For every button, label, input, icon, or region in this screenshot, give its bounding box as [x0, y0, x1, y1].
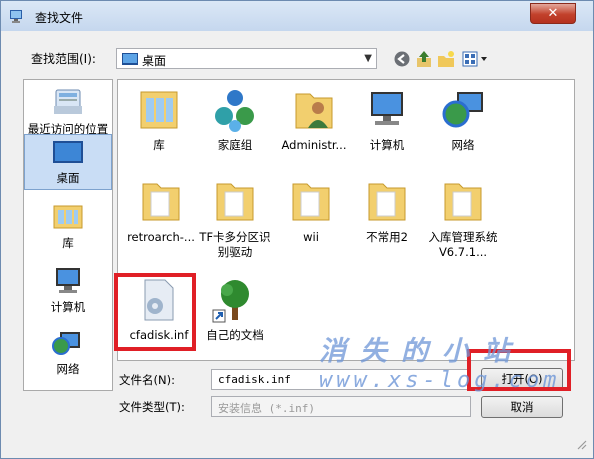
- filetype-label: 文件类型(T):: [119, 400, 185, 414]
- lookin-dropdown[interactable]: 桌面 ▼: [116, 48, 377, 69]
- file-item[interactable]: 不常用2: [350, 178, 424, 245]
- file-item-label: 家庭组: [217, 138, 253, 152]
- file-item-label: 不常用2: [366, 230, 408, 244]
- sidebar-item-computer[interactable]: 计算机: [24, 266, 112, 315]
- new-folder-icon[interactable]: [437, 49, 455, 69]
- desktop-icon: [53, 141, 83, 163]
- sidebar-item-label: 桌面: [56, 171, 80, 185]
- file-item-label: TF卡多分区识别驱动: [199, 230, 271, 259]
- lookin-label: 查找范围(I):: [31, 52, 96, 66]
- back-icon[interactable]: [393, 49, 411, 69]
- sidebar-item-network[interactable]: 网络: [24, 328, 112, 377]
- filetype-value: 安装信息 (*.inf): [218, 402, 315, 415]
- sidebar-item-label: 计算机: [50, 300, 86, 314]
- close-icon: ✕: [547, 6, 559, 21]
- user-folder-icon: [295, 93, 333, 129]
- sidebar-item-desktop[interactable]: 桌面: [24, 134, 112, 190]
- close-button[interactable]: ✕: [530, 3, 576, 24]
- file-item[interactable]: wii: [274, 178, 348, 245]
- watermark-url: www.xs-log.com: [319, 368, 561, 393]
- file-item-label: wii: [303, 230, 319, 244]
- watermark-title: 消失的小站: [319, 336, 524, 367]
- file-item-label: 库: [153, 138, 165, 152]
- file-item[interactable]: 入库管理系统 V6.7.1...: [422, 178, 504, 260]
- folder-icon: [444, 183, 482, 221]
- file-item[interactable]: TF卡多分区识别驱动: [198, 178, 272, 260]
- computer-icon: [56, 268, 80, 293]
- up-folder-icon[interactable]: [415, 49, 433, 69]
- file-item[interactable]: 计算机: [350, 86, 424, 153]
- tree-shortcut-icon: [212, 280, 249, 323]
- title-bar[interactable]: 查找文件 ✕: [1, 1, 593, 31]
- file-item-label: 网络: [451, 138, 475, 152]
- filetype-select: 安装信息 (*.inf): [211, 396, 471, 417]
- file-item[interactable]: retroarch-...: [122, 178, 200, 245]
- file-item-label: 自己的文档: [206, 328, 264, 342]
- homegroup-icon: [215, 90, 254, 132]
- file-item-label: 计算机: [369, 138, 405, 152]
- window-title: 查找文件: [35, 11, 84, 25]
- places-sidebar: 最近访问的位置 桌面 库 计算机 网络: [23, 79, 113, 391]
- sidebar-item-recent[interactable]: 最近访问的位置: [24, 86, 112, 137]
- highlight-box-file: [114, 273, 196, 351]
- open-file-dialog: 查找文件 ✕ 查找范围(I): 桌面 ▼ 最近访问的位置 桌面 库 计算机 网络…: [0, 0, 594, 459]
- file-item-label: Administr...: [281, 138, 347, 152]
- file-item-label: retroarch-...: [127, 230, 195, 244]
- libraries-icon: [140, 91, 178, 129]
- sidebar-item-libraries[interactable]: 库: [24, 202, 112, 251]
- sidebar-item-label: 网络: [56, 362, 80, 376]
- folder-icon: [216, 183, 254, 221]
- desktop-icon: [122, 53, 138, 65]
- file-item[interactable]: 家庭组: [198, 86, 272, 153]
- file-item-label: 入库管理系统 V6.7.1...: [428, 230, 498, 259]
- lookin-value: 桌面: [142, 54, 167, 68]
- filename-label: 文件名(N):: [119, 373, 175, 387]
- cancel-button[interactable]: 取消: [481, 396, 563, 418]
- sidebar-item-label: 库: [62, 236, 74, 250]
- libraries-icon: [53, 205, 83, 229]
- app-icon: [10, 10, 22, 23]
- file-item[interactable]: 网络: [426, 86, 500, 153]
- recent-places-icon: [54, 89, 82, 114]
- folder-icon: [368, 183, 406, 221]
- chevron-down-icon: ▼: [364, 53, 372, 64]
- computer-icon: [371, 92, 403, 125]
- resize-grip-icon[interactable]: [575, 438, 587, 450]
- network-icon: [52, 332, 80, 355]
- file-item[interactable]: Administr...: [274, 86, 354, 153]
- folder-icon: [142, 183, 180, 221]
- network-icon: [442, 92, 483, 128]
- file-item[interactable]: 库: [122, 86, 196, 153]
- file-item[interactable]: 自己的文档: [198, 276, 272, 343]
- folder-icon: [292, 183, 330, 221]
- view-menu-icon[interactable]: [461, 49, 489, 69]
